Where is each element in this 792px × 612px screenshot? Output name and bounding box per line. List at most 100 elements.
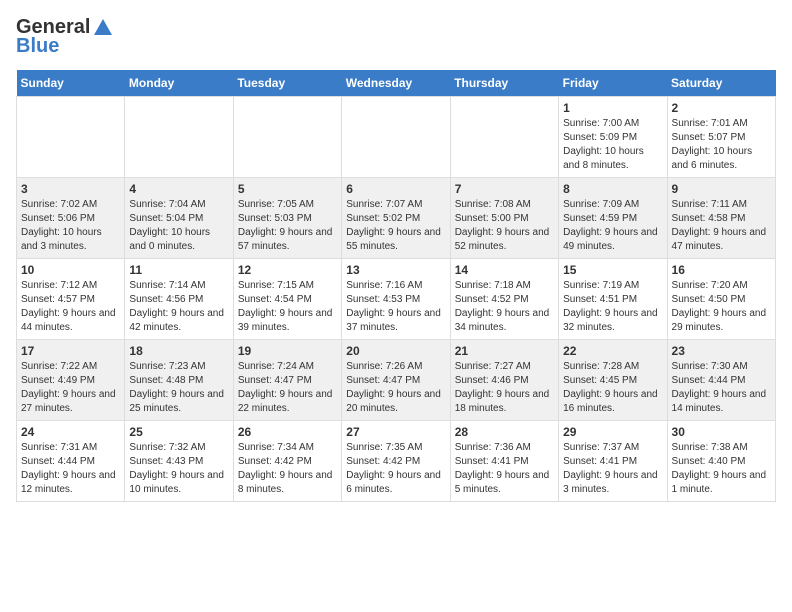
calendar-week-3: 10 Sunrise: 7:12 AM Sunset: 4:57 PM Dayli… bbox=[17, 259, 776, 340]
calendar-cell: 19Sunrise: 7:24 AM Sunset: 4:47 PM Dayli… bbox=[233, 340, 341, 421]
day-number: 15 bbox=[563, 263, 662, 277]
day-info: Sunrise: 7:19 AM Sunset: 4:51 PM Dayligh… bbox=[563, 279, 662, 335]
calendar-cell: 6 Sunrise: 7:07 AM Sunset: 5:02 PM Daylig… bbox=[342, 178, 450, 259]
day-number: 26 bbox=[238, 425, 337, 439]
day-number: 11 bbox=[129, 263, 228, 277]
calendar-cell: 8Sunrise: 7:09 AM Sunset: 4:59 PM Daylig… bbox=[559, 178, 667, 259]
day-info: Sunrise: 7:12 AM Sunset: 4:57 PM Dayligh… bbox=[21, 279, 120, 335]
calendar-cell: 11 Sunrise: 7:14 AM Sunset: 4:56 PM Dayli… bbox=[125, 259, 233, 340]
calendar-cell: 3 Sunrise: 7:02 AM Sunset: 5:06 PM Daylig… bbox=[17, 178, 125, 259]
day-number: 22 bbox=[563, 344, 662, 358]
day-number: 24 bbox=[21, 425, 120, 439]
calendar-cell: 27 Sunrise: 7:35 AM Sunset: 4:42 PM Dayli… bbox=[342, 421, 450, 502]
day-info: Sunrise: 7:36 AM Sunset: 4:41 PM Dayligh… bbox=[455, 441, 554, 497]
weekday-header-sunday: Sunday bbox=[17, 70, 125, 97]
day-info: Sunrise: 7:16 AM Sunset: 4:53 PM Dayligh… bbox=[346, 279, 445, 335]
day-info: Sunrise: 7:08 AM Sunset: 5:00 PM Dayligh… bbox=[455, 198, 554, 254]
page-header: General Blue bbox=[16, 16, 776, 58]
day-info: Sunrise: 7:35 AM Sunset: 4:42 PM Dayligh… bbox=[346, 441, 445, 497]
calendar-week-5: 24 Sunrise: 7:31 AM Sunset: 4:44 PM Dayli… bbox=[17, 421, 776, 502]
day-info: Sunrise: 7:23 AM Sunset: 4:48 PM Dayligh… bbox=[129, 360, 228, 416]
day-info: Sunrise: 7:11 AM Sunset: 4:58 PM Dayligh… bbox=[672, 198, 771, 254]
calendar-cell: 1 Sunrise: 7:00 AM Sunset: 5:09 PM Daylig… bbox=[559, 97, 667, 178]
calendar-cell: 13 Sunrise: 7:16 AM Sunset: 4:53 PM Dayli… bbox=[342, 259, 450, 340]
logo-blue: Blue bbox=[16, 35, 59, 58]
calendar-cell: 24 Sunrise: 7:31 AM Sunset: 4:44 PM Dayli… bbox=[17, 421, 125, 502]
day-number: 27 bbox=[346, 425, 445, 439]
calendar-cell: 26 Sunrise: 7:34 AM Sunset: 4:42 PM Dayli… bbox=[233, 421, 341, 502]
calendar-cell: 21 Sunrise: 7:27 AM Sunset: 4:46 PM Dayli… bbox=[450, 340, 558, 421]
calendar-cell: 5 Sunrise: 7:05 AM Sunset: 5:03 PM Daylig… bbox=[233, 178, 341, 259]
weekday-header-row: SundayMondayTuesdayWednesdayThursdayFrid… bbox=[17, 70, 776, 97]
day-info: Sunrise: 7:22 AM Sunset: 4:49 PM Dayligh… bbox=[21, 360, 120, 416]
calendar-cell: 7Sunrise: 7:08 AM Sunset: 5:00 PM Daylig… bbox=[450, 178, 558, 259]
day-number: 8 bbox=[563, 182, 662, 196]
calendar-cell bbox=[17, 97, 125, 178]
day-number: 14 bbox=[455, 263, 554, 277]
calendar-cell bbox=[450, 97, 558, 178]
day-number: 16 bbox=[672, 263, 771, 277]
day-number: 4 bbox=[129, 182, 228, 196]
weekday-header-saturday: Saturday bbox=[667, 70, 775, 97]
day-info: Sunrise: 7:38 AM Sunset: 4:40 PM Dayligh… bbox=[672, 441, 771, 497]
day-info: Sunrise: 7:00 AM Sunset: 5:09 PM Dayligh… bbox=[563, 117, 662, 173]
day-number: 17 bbox=[21, 344, 120, 358]
day-info: Sunrise: 7:31 AM Sunset: 4:44 PM Dayligh… bbox=[21, 441, 120, 497]
calendar-cell bbox=[233, 97, 341, 178]
calendar-table: SundayMondayTuesdayWednesdayThursdayFrid… bbox=[16, 70, 776, 502]
weekday-header-wednesday: Wednesday bbox=[342, 70, 450, 97]
calendar-cell: 28 Sunrise: 7:36 AM Sunset: 4:41 PM Dayli… bbox=[450, 421, 558, 502]
calendar-cell: 23 Sunrise: 7:30 AM Sunset: 4:44 PM Dayli… bbox=[667, 340, 775, 421]
day-number: 25 bbox=[129, 425, 228, 439]
calendar-cell: 4 Sunrise: 7:04 AM Sunset: 5:04 PM Daylig… bbox=[125, 178, 233, 259]
day-number: 23 bbox=[672, 344, 771, 358]
logo: General Blue bbox=[16, 16, 114, 58]
calendar-cell: 10 Sunrise: 7:12 AM Sunset: 4:57 PM Dayli… bbox=[17, 259, 125, 340]
day-number: 6 bbox=[346, 182, 445, 196]
day-info: Sunrise: 7:04 AM Sunset: 5:04 PM Dayligh… bbox=[129, 198, 228, 254]
day-number: 5 bbox=[238, 182, 337, 196]
weekday-header-friday: Friday bbox=[559, 70, 667, 97]
calendar-week-2: 3 Sunrise: 7:02 AM Sunset: 5:06 PM Daylig… bbox=[17, 178, 776, 259]
day-number: 9 bbox=[672, 182, 771, 196]
day-number: 10 bbox=[21, 263, 120, 277]
day-number: 28 bbox=[455, 425, 554, 439]
day-number: 2 bbox=[672, 101, 771, 115]
weekday-header-thursday: Thursday bbox=[450, 70, 558, 97]
day-number: 18 bbox=[129, 344, 228, 358]
day-info: Sunrise: 7:30 AM Sunset: 4:44 PM Dayligh… bbox=[672, 360, 771, 416]
weekday-header-tuesday: Tuesday bbox=[233, 70, 341, 97]
calendar-cell: 2 Sunrise: 7:01 AM Sunset: 5:07 PM Daylig… bbox=[667, 97, 775, 178]
day-number: 29 bbox=[563, 425, 662, 439]
calendar-week-1: 1 Sunrise: 7:00 AM Sunset: 5:09 PM Daylig… bbox=[17, 97, 776, 178]
calendar-cell: 20 Sunrise: 7:26 AM Sunset: 4:47 PM Dayli… bbox=[342, 340, 450, 421]
day-info: Sunrise: 7:07 AM Sunset: 5:02 PM Dayligh… bbox=[346, 198, 445, 254]
day-info: Sunrise: 7:15 AM Sunset: 4:54 PM Dayligh… bbox=[238, 279, 337, 335]
day-info: Sunrise: 7:34 AM Sunset: 4:42 PM Dayligh… bbox=[238, 441, 337, 497]
day-info: Sunrise: 7:02 AM Sunset: 5:06 PM Dayligh… bbox=[21, 198, 120, 254]
calendar-cell: 17 Sunrise: 7:22 AM Sunset: 4:49 PM Dayli… bbox=[17, 340, 125, 421]
calendar-cell: 14 Sunrise: 7:18 AM Sunset: 4:52 PM Dayli… bbox=[450, 259, 558, 340]
day-info: Sunrise: 7:37 AM Sunset: 4:41 PM Dayligh… bbox=[563, 441, 662, 497]
calendar-cell: 30Sunrise: 7:38 AM Sunset: 4:40 PM Dayli… bbox=[667, 421, 775, 502]
day-number: 13 bbox=[346, 263, 445, 277]
day-info: Sunrise: 7:01 AM Sunset: 5:07 PM Dayligh… bbox=[672, 117, 771, 173]
day-info: Sunrise: 7:05 AM Sunset: 5:03 PM Dayligh… bbox=[238, 198, 337, 254]
day-number: 1 bbox=[563, 101, 662, 115]
day-info: Sunrise: 7:14 AM Sunset: 4:56 PM Dayligh… bbox=[129, 279, 228, 335]
calendar-cell: 12Sunrise: 7:15 AM Sunset: 4:54 PM Dayli… bbox=[233, 259, 341, 340]
day-number: 20 bbox=[346, 344, 445, 358]
day-info: Sunrise: 7:27 AM Sunset: 4:46 PM Dayligh… bbox=[455, 360, 554, 416]
calendar-cell: 9 Sunrise: 7:11 AM Sunset: 4:58 PM Daylig… bbox=[667, 178, 775, 259]
calendar-cell: 25Sunrise: 7:32 AM Sunset: 4:43 PM Dayli… bbox=[125, 421, 233, 502]
calendar-cell: 29 Sunrise: 7:37 AM Sunset: 4:41 PM Dayli… bbox=[559, 421, 667, 502]
day-info: Sunrise: 7:18 AM Sunset: 4:52 PM Dayligh… bbox=[455, 279, 554, 335]
calendar-cell bbox=[342, 97, 450, 178]
calendar-cell: 22 Sunrise: 7:28 AM Sunset: 4:45 PM Dayli… bbox=[559, 340, 667, 421]
day-info: Sunrise: 7:26 AM Sunset: 4:47 PM Dayligh… bbox=[346, 360, 445, 416]
day-number: 3 bbox=[21, 182, 120, 196]
calendar-cell: 18 Sunrise: 7:23 AM Sunset: 4:48 PM Dayli… bbox=[125, 340, 233, 421]
calendar-cell: 16Sunrise: 7:20 AM Sunset: 4:50 PM Dayli… bbox=[667, 259, 775, 340]
day-number: 21 bbox=[455, 344, 554, 358]
day-info: Sunrise: 7:28 AM Sunset: 4:45 PM Dayligh… bbox=[563, 360, 662, 416]
